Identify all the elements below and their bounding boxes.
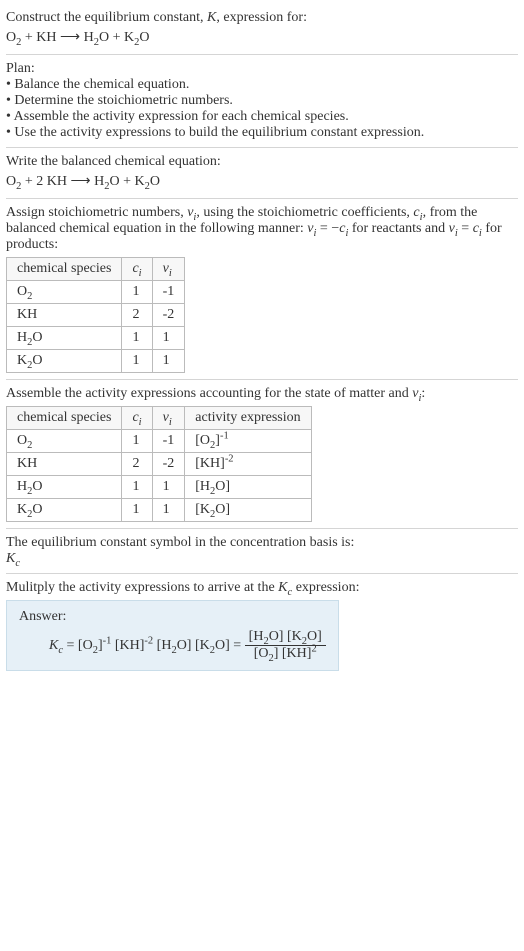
stoich-text: Assign stoichiometric numbers, νi, using… bbox=[6, 205, 518, 253]
plan-item: • Balance the chemical equation. bbox=[6, 77, 518, 93]
symbol-kc: Kc bbox=[6, 551, 518, 567]
intro-equation: O2 + KH ⟶ H2O + K2O bbox=[6, 28, 518, 46]
col-ci: ci bbox=[122, 258, 152, 281]
balanced-heading: Write the balanced chemical equation: bbox=[6, 154, 518, 170]
cell-c: 2 bbox=[122, 453, 152, 476]
cell-c: 1 bbox=[122, 476, 152, 499]
table-row: O2 1 -1 bbox=[7, 281, 185, 304]
intro-section: Construct the equilibrium constant, K, e… bbox=[6, 4, 518, 55]
cell-v: -2 bbox=[152, 453, 185, 476]
col-species: chemical species bbox=[7, 407, 122, 430]
cell-v: -1 bbox=[152, 430, 185, 453]
answer-expression: Kc = [O2]-1 [KH]-2 [H2O] [K2O] = [H2O] [… bbox=[19, 629, 326, 662]
cell-c: 1 bbox=[122, 281, 152, 304]
intro-prompt: Construct the equilibrium constant, K, e… bbox=[6, 10, 518, 26]
answer-label: Answer: bbox=[19, 609, 326, 625]
table-row: K2O 1 1 bbox=[7, 350, 185, 373]
table-header-row: chemical species ci νi activity expressi… bbox=[7, 407, 312, 430]
plan-heading: Plan: bbox=[6, 61, 518, 77]
intro-prompt-suffix: , expression for: bbox=[216, 10, 307, 25]
balanced-section: Write the balanced chemical equation: O2… bbox=[6, 148, 518, 199]
cell-species: K2O bbox=[7, 499, 122, 522]
col-expr: activity expression bbox=[185, 407, 311, 430]
cell-expr: [K2O] bbox=[185, 499, 311, 522]
col-species: chemical species bbox=[7, 258, 122, 281]
table-row: H2O 1 1 [H2O] bbox=[7, 476, 312, 499]
cell-expr: [O2]-1 bbox=[185, 430, 311, 453]
answer-box: Answer: Kc = [O2]-1 [KH]-2 [H2O] [K2O] =… bbox=[6, 600, 339, 671]
table-row: KH 2 -2 [KH]-2 bbox=[7, 453, 312, 476]
intro-prompt-prefix: Construct the equilibrium constant, bbox=[6, 10, 207, 25]
table-row: O2 1 -1 [O2]-1 bbox=[7, 430, 312, 453]
cell-c: 1 bbox=[122, 350, 152, 373]
plan-item: • Use the activity expressions to build … bbox=[6, 125, 518, 141]
plan-section: Plan: • Balance the chemical equation. •… bbox=[6, 55, 518, 148]
plan-item: • Assemble the activity expression for e… bbox=[6, 109, 518, 125]
balanced-equation: O2 + 2 KH ⟶ H2O + K2O bbox=[6, 172, 518, 190]
symbol-section: The equilibrium constant symbol in the c… bbox=[6, 529, 518, 574]
activity-section: Assemble the activity expressions accoun… bbox=[6, 380, 518, 529]
cell-v: 1 bbox=[152, 499, 185, 522]
multiply-section: Mulitply the activity expressions to arr… bbox=[6, 574, 518, 677]
cell-species: K2O bbox=[7, 350, 122, 373]
cell-expr: [KH]-2 bbox=[185, 453, 311, 476]
cell-c: 1 bbox=[122, 327, 152, 350]
col-ci: ci bbox=[122, 407, 152, 430]
activity-text: Assemble the activity expressions accoun… bbox=[6, 386, 518, 402]
table-header-row: chemical species ci νi bbox=[7, 258, 185, 281]
symbol-text: The equilibrium constant symbol in the c… bbox=[6, 535, 518, 551]
cell-v: -2 bbox=[152, 304, 185, 327]
cell-species: O2 bbox=[7, 430, 122, 453]
table-row: H2O 1 1 bbox=[7, 327, 185, 350]
answer-denominator: [O2] [KH]2 bbox=[245, 646, 326, 662]
stoich-section: Assign stoichiometric numbers, νi, using… bbox=[6, 199, 518, 380]
cell-v: 1 bbox=[152, 350, 185, 373]
cell-v: 1 bbox=[152, 327, 185, 350]
cell-v: -1 bbox=[152, 281, 185, 304]
cell-species: KH bbox=[7, 453, 122, 476]
col-vi: νi bbox=[152, 258, 185, 281]
cell-expr: [H2O] bbox=[185, 476, 311, 499]
multiply-text: Mulitply the activity expressions to arr… bbox=[6, 580, 518, 596]
answer-lhs: Kc = [O2]-1 [KH]-2 [H2O] [K2O] = bbox=[49, 638, 245, 653]
stoich-table: chemical species ci νi O2 1 -1 KH 2 -2 H… bbox=[6, 257, 185, 373]
table-row: KH 2 -2 bbox=[7, 304, 185, 327]
cell-species: KH bbox=[7, 304, 122, 327]
cell-species: O2 bbox=[7, 281, 122, 304]
activity-table: chemical species ci νi activity expressi… bbox=[6, 406, 312, 522]
cell-c: 1 bbox=[122, 430, 152, 453]
plan-item: • Determine the stoichiometric numbers. bbox=[6, 93, 518, 109]
table-row: K2O 1 1 [K2O] bbox=[7, 499, 312, 522]
cell-c: 1 bbox=[122, 499, 152, 522]
intro-K: K bbox=[207, 10, 216, 25]
cell-c: 2 bbox=[122, 304, 152, 327]
cell-species: H2O bbox=[7, 476, 122, 499]
cell-species: H2O bbox=[7, 327, 122, 350]
answer-fraction: [H2O] [K2O] [O2] [KH]2 bbox=[245, 629, 326, 662]
cell-v: 1 bbox=[152, 476, 185, 499]
col-vi: νi bbox=[152, 407, 185, 430]
